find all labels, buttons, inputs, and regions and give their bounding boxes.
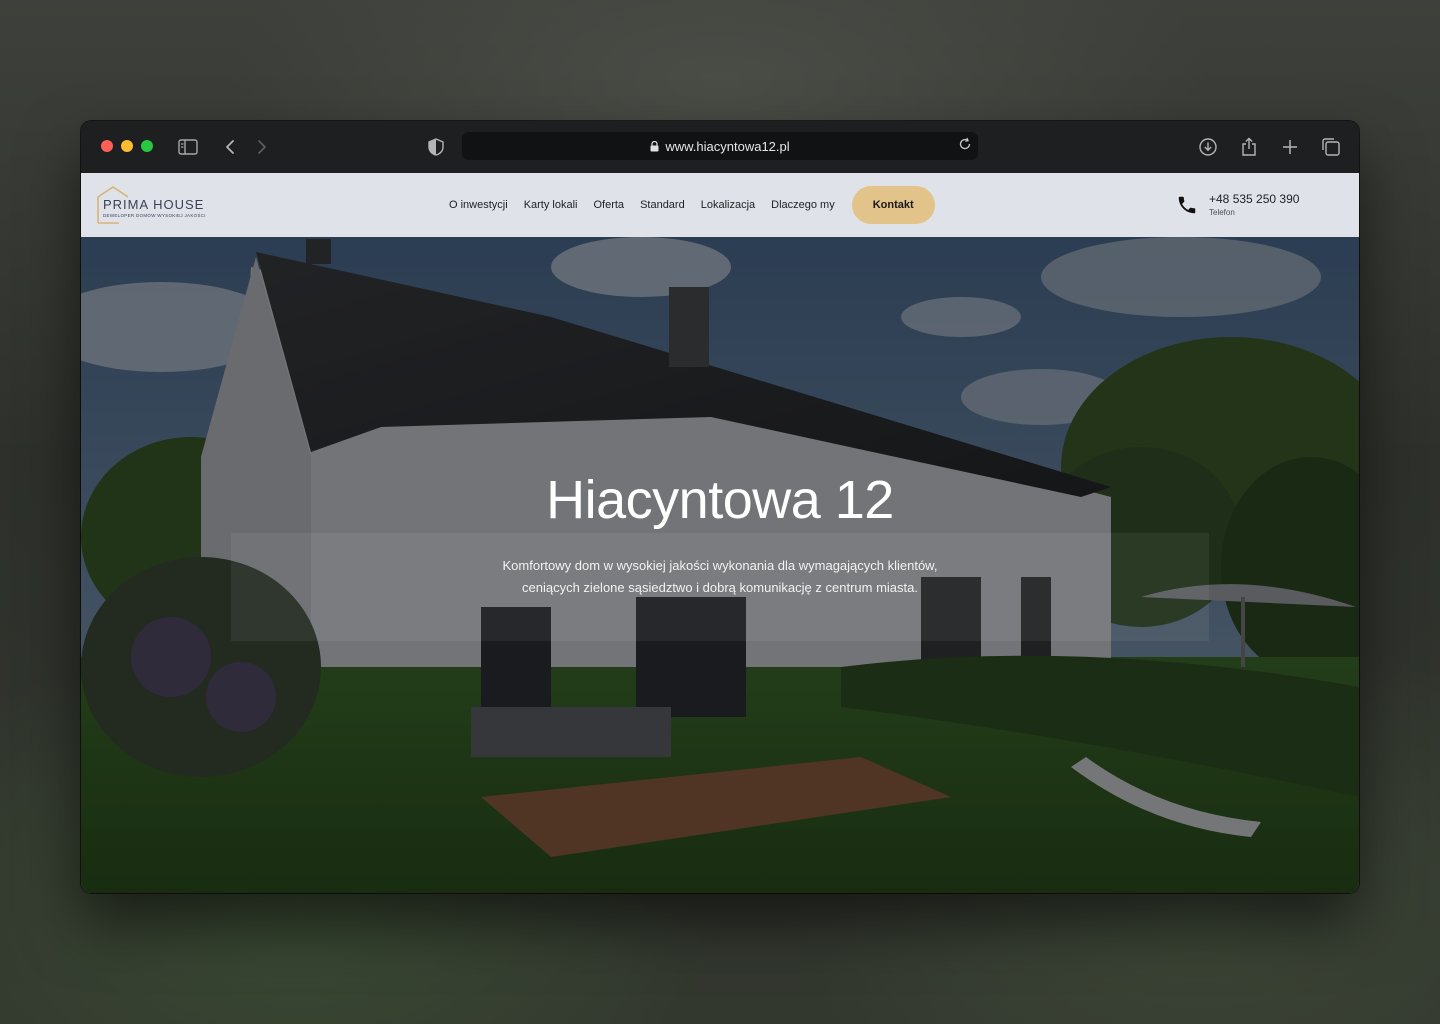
forward-chevron-icon[interactable] xyxy=(249,134,275,160)
main-nav: O inwestycji Karty lokali Oferta Standar… xyxy=(441,186,943,224)
web-page: PRIMA HOUSE DEWELOPER DOMÓW WYSOKIEJ JAK… xyxy=(81,173,1359,893)
hero-subtitle-line-1: Komfortowy dom w wysokiej jakości wykona… xyxy=(502,558,938,573)
new-tab-plus-icon[interactable] xyxy=(1277,134,1303,160)
nav-item-karty-lokali[interactable]: Karty lokali xyxy=(524,199,578,211)
nav-item-oferta[interactable]: Oferta xyxy=(593,199,624,211)
nav-item-standard[interactable]: Standard xyxy=(640,199,685,211)
contact-button[interactable]: Kontakt xyxy=(851,186,935,224)
logo-tagline: DEWELOPER DOMÓW WYSOKIEJ JAKOŚCI xyxy=(103,213,206,218)
nav-item-lokalizacja[interactable]: Lokalizacja xyxy=(701,199,755,211)
hero-subtitle-line-2: ceniących zielone sąsiedztwo i dobrą kom… xyxy=(522,580,918,595)
window-controls xyxy=(101,140,153,152)
hero-title: Hiacyntowa 12 xyxy=(546,470,894,530)
back-chevron-icon[interactable] xyxy=(217,134,243,160)
download-icon[interactable] xyxy=(1195,134,1221,160)
browser-window: www.hiacyntowa12.pl PRIMA HOUSE DEWELOPE… xyxy=(81,121,1359,893)
zoom-window-button[interactable] xyxy=(141,140,153,152)
url-text: www.hiacyntowa12.pl xyxy=(665,138,790,154)
sidebar-toggle-icon[interactable] xyxy=(175,134,201,160)
phone-number[interactable]: +48 535 250 390 xyxy=(1209,192,1299,206)
share-icon[interactable] xyxy=(1236,134,1262,160)
browser-toolbar: www.hiacyntowa12.pl xyxy=(81,121,1359,173)
phone-label: Telefon xyxy=(1209,208,1235,217)
address-bar[interactable]: www.hiacyntowa12.pl xyxy=(462,132,978,160)
tab-overview-icon[interactable] xyxy=(1318,134,1344,160)
reload-icon[interactable] xyxy=(958,137,972,154)
hero-subtitle: Komfortowy dom w wysokiej jakości wykona… xyxy=(81,555,1359,599)
nav-item-o-inwestycji[interactable]: O inwestycji xyxy=(449,199,508,211)
lock-icon xyxy=(650,140,659,152)
minimize-window-button[interactable] xyxy=(121,140,133,152)
logo[interactable]: PRIMA HOUSE DEWELOPER DOMÓW WYSOKIEJ JAK… xyxy=(95,185,215,225)
nav-item-dlaczego-my[interactable]: Dlaczego my xyxy=(771,199,835,211)
site-header: PRIMA HOUSE DEWELOPER DOMÓW WYSOKIEJ JAK… xyxy=(81,173,1359,237)
close-window-button[interactable] xyxy=(101,140,113,152)
privacy-shield-icon[interactable] xyxy=(423,134,449,160)
phone-icon[interactable] xyxy=(1176,194,1198,221)
logo-name: PRIMA HOUSE xyxy=(103,197,205,212)
hero-section: Hiacyntowa 12 Komfortowy dom w wysokiej … xyxy=(81,237,1359,893)
